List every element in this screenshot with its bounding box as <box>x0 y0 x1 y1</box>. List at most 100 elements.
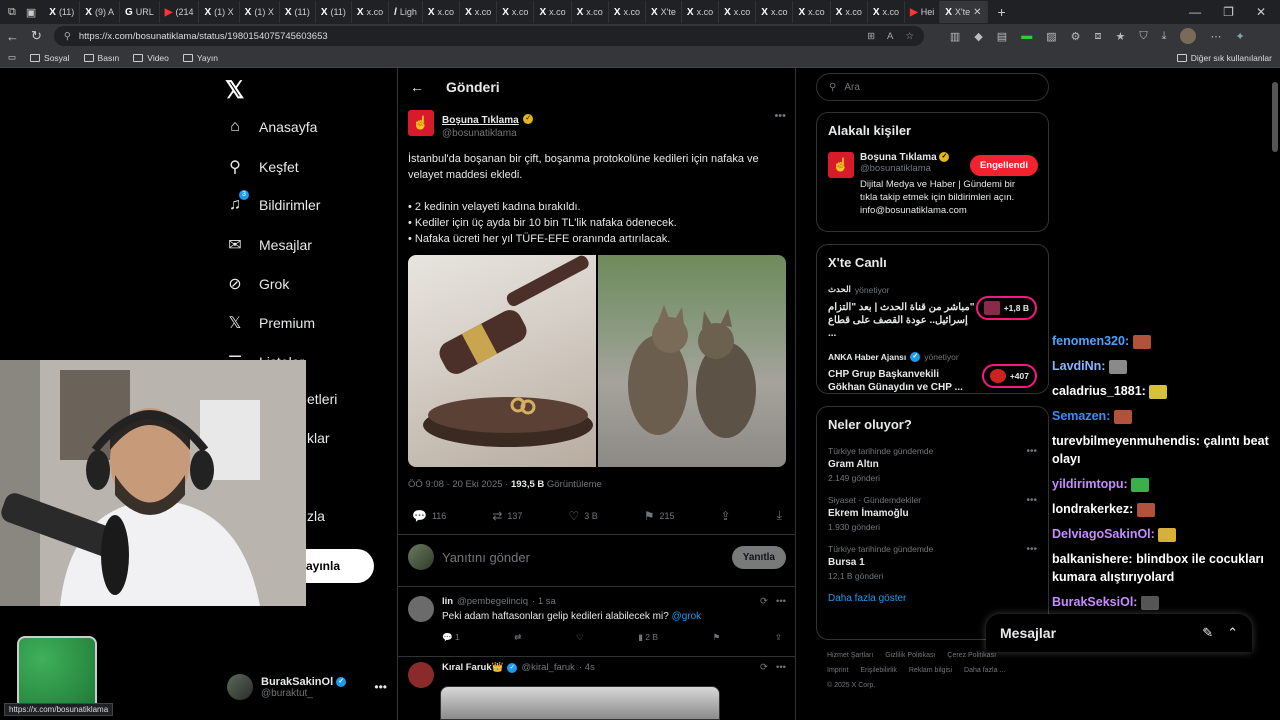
browser-tab[interactable]: X (1) X <box>240 1 280 23</box>
footer-link[interactable]: Gizlilik Politikası <box>885 652 935 659</box>
nav-item-grok[interactable]: ⊘ Grok <box>225 274 289 294</box>
footer-link[interactable]: Erişilebilirlik <box>860 667 897 674</box>
bookmark-folder[interactable]: Yayın <box>182 53 218 63</box>
minimize-icon[interactable]: — <box>1189 5 1201 19</box>
gavel-photo[interactable] <box>408 255 596 467</box>
browser-tab[interactable]: Xx.co <box>534 1 572 23</box>
chat-username[interactable]: caladrius_1881: <box>1052 384 1146 398</box>
extension-icon[interactable]: ▬ <box>1021 30 1032 42</box>
browser-menu-icon[interactable]: ⋯ <box>1210 30 1221 43</box>
nav-item-more[interactable]: zla <box>307 508 325 524</box>
split-screen-icon[interactable]: ⧈ <box>1094 30 1101 43</box>
browser-tab[interactable]: Xx.co <box>682 1 720 23</box>
favorite-star-icon[interactable]: ☆ <box>905 31 914 42</box>
browser-tab[interactable]: Xx.co <box>756 1 794 23</box>
read-aloud-icon[interactable]: A <box>887 31 893 42</box>
reply-input[interactable]: Yanıtını gönder <box>442 550 530 565</box>
related-name[interactable]: Boşuna Tıklama <box>860 152 937 163</box>
grok-icon[interactable]: ⟳ <box>760 662 768 673</box>
live-listeners-pill[interactable]: +1,8 B <box>975 296 1037 320</box>
messages-drawer[interactable]: Mesajlar ✎ ⌃ <box>986 614 1252 652</box>
chat-username[interactable]: BurakSeksiOl: <box>1052 595 1137 609</box>
download-button[interactable]: ⤓ <box>777 508 782 523</box>
downloads-icon[interactable]: ⤓ <box>1162 30 1167 43</box>
other-favorites[interactable]: Diğer sık kullanılanlar <box>1176 53 1272 63</box>
footer-link[interactable]: Imprint <box>827 667 848 674</box>
browser-tab[interactable]: / Ligh <box>389 1 423 23</box>
browser-tab[interactable]: X (11) <box>44 1 81 23</box>
reply-avatar[interactable] <box>408 662 434 688</box>
browser-tab[interactable]: Xx.co <box>572 1 609 23</box>
extensions-puzzle-icon[interactable]: ⚙ <box>1071 30 1081 43</box>
install-app-icon[interactable]: ⊞ <box>867 31 875 42</box>
browser-tab[interactable]: Xx.co <box>609 1 646 23</box>
reply-item[interactable]: Kıral Faruk👑 ✓ @kiral_faruk · 4s ⟳ ••• <box>408 662 786 688</box>
url-field[interactable]: ⚲ https://x.com/bosunatiklama/status/198… <box>53 26 924 46</box>
share-icon[interactable]: ⇪ <box>775 632 782 643</box>
browser-tab[interactable]: Xx.co <box>497 1 535 23</box>
browser-tab[interactable]: G URL <box>120 1 160 23</box>
reply-author-name[interactable]: Kıral Faruk👑 <box>442 662 503 673</box>
new-tab-button[interactable]: + <box>998 4 1006 20</box>
chat-username[interactable]: londrakerkez: <box>1052 502 1133 516</box>
chat-username[interactable]: yildirimtopu: <box>1052 477 1128 491</box>
browser-tab[interactable]: Xx.co <box>793 1 831 23</box>
trend-item[interactable]: Türkiye tarihinde gündemde Gram Altın 2.… <box>828 446 1037 483</box>
back-icon[interactable]: ← <box>6 29 19 44</box>
maximize-icon[interactable]: ❐ <box>1223 5 1234 19</box>
chat-username[interactable]: fenomen320: <box>1052 334 1129 348</box>
bookmarks-menu-icon[interactable]: ▭ <box>8 52 16 63</box>
nav-item-home[interactable]: ⌂ Anasayfa <box>225 118 317 136</box>
reply-author-handle[interactable]: @kiral_faruk <box>521 662 574 673</box>
site-info-icon[interactable]: ⚲ <box>64 31 71 42</box>
extension-icon[interactable]: ▤ <box>997 30 1007 43</box>
blocked-button[interactable]: Engellendi <box>969 155 1038 176</box>
reply-button[interactable]: 💬 116 <box>412 508 446 523</box>
nav-item-explore[interactable]: ⚲ Keşfet <box>225 157 299 177</box>
reply-time[interactable]: · 1 sa <box>532 596 556 607</box>
expand-icon[interactable]: ⌃ <box>1227 625 1238 641</box>
author-name[interactable]: Boşuna Tıklama <box>442 115 519 126</box>
more-icon[interactable]: ••• <box>776 596 786 607</box>
bookmark-folder[interactable]: Sosyal <box>30 53 70 63</box>
footer-link[interactable]: Çerez Politikası <box>947 652 996 659</box>
trend-item[interactable]: Siyaset · Gündemdekiler Ekrem İmamoğlu 1… <box>828 495 1037 532</box>
browser-tab[interactable]: Xx.co <box>868 1 906 23</box>
chat-username[interactable]: Semazen: <box>1052 409 1110 423</box>
like-button[interactable]: ♡ 3 B <box>568 508 597 523</box>
reply-author-handle[interactable]: @pembegelinciq <box>457 596 528 607</box>
browser-profile-avatar[interactable] <box>1180 28 1197 44</box>
back-arrow-icon[interactable]: ← <box>410 79 424 95</box>
browser-tab[interactable]: Xx.co <box>460 1 498 23</box>
browser-tab[interactable]: ▶ (214 <box>160 1 200 23</box>
refresh-icon[interactable]: ↻ <box>31 28 42 44</box>
more-icon[interactable]: ••• <box>1026 544 1037 555</box>
close-window-icon[interactable]: ✕ <box>1256 5 1266 19</box>
search-input[interactable]: ⚲ Ara <box>816 73 1049 101</box>
post-timestamp[interactable]: ÖÖ 9:08 · 20 Eki 2025 · <box>408 479 511 490</box>
repost-icon[interactable]: ⇄ <box>514 632 521 643</box>
footer-link[interactable]: Reklam bilgisi <box>909 667 952 674</box>
close-tab-icon[interactable]: ✕ <box>973 7 981 18</box>
bookmark-icon[interactable]: ⚑ <box>713 632 721 643</box>
reply-item[interactable]: lin @pembegelinciq · 1 sa ⟳ ••• Peki adam… <box>408 596 786 643</box>
reply-time[interactable]: · 4s <box>579 662 595 673</box>
grok-icon[interactable]: ⟳ <box>760 596 768 607</box>
shield-icon[interactable]: ⛉ <box>1139 30 1147 43</box>
browser-tab[interactable]: Xx.co <box>719 1 757 23</box>
page-scrollbar[interactable] <box>1272 82 1278 152</box>
workspaces-icon[interactable]: ⧉ <box>8 6 16 19</box>
cats-photo[interactable] <box>598 255 786 467</box>
bookmark-button[interactable]: ⚑ 215 <box>644 508 675 523</box>
extension-icon[interactable]: ▥ <box>950 30 960 43</box>
browser-tab[interactable]: Xx.co <box>352 1 390 23</box>
browser-tab[interactable]: X X'te <box>646 1 682 23</box>
more-icon[interactable]: ••• <box>1026 446 1037 457</box>
extension-icon[interactable]: ▨ <box>1046 30 1056 43</box>
chat-username[interactable]: balkanishere: <box>1052 552 1133 566</box>
extension-icon[interactable]: ◆ <box>974 30 982 43</box>
author-avatar[interactable]: ☝ <box>408 110 434 136</box>
nav-item-premium[interactable]: 𝕏 Premium <box>225 313 315 333</box>
browser-tab[interactable]: X (11) <box>316 1 352 23</box>
browser-tab[interactable]: X (11) <box>280 1 316 23</box>
